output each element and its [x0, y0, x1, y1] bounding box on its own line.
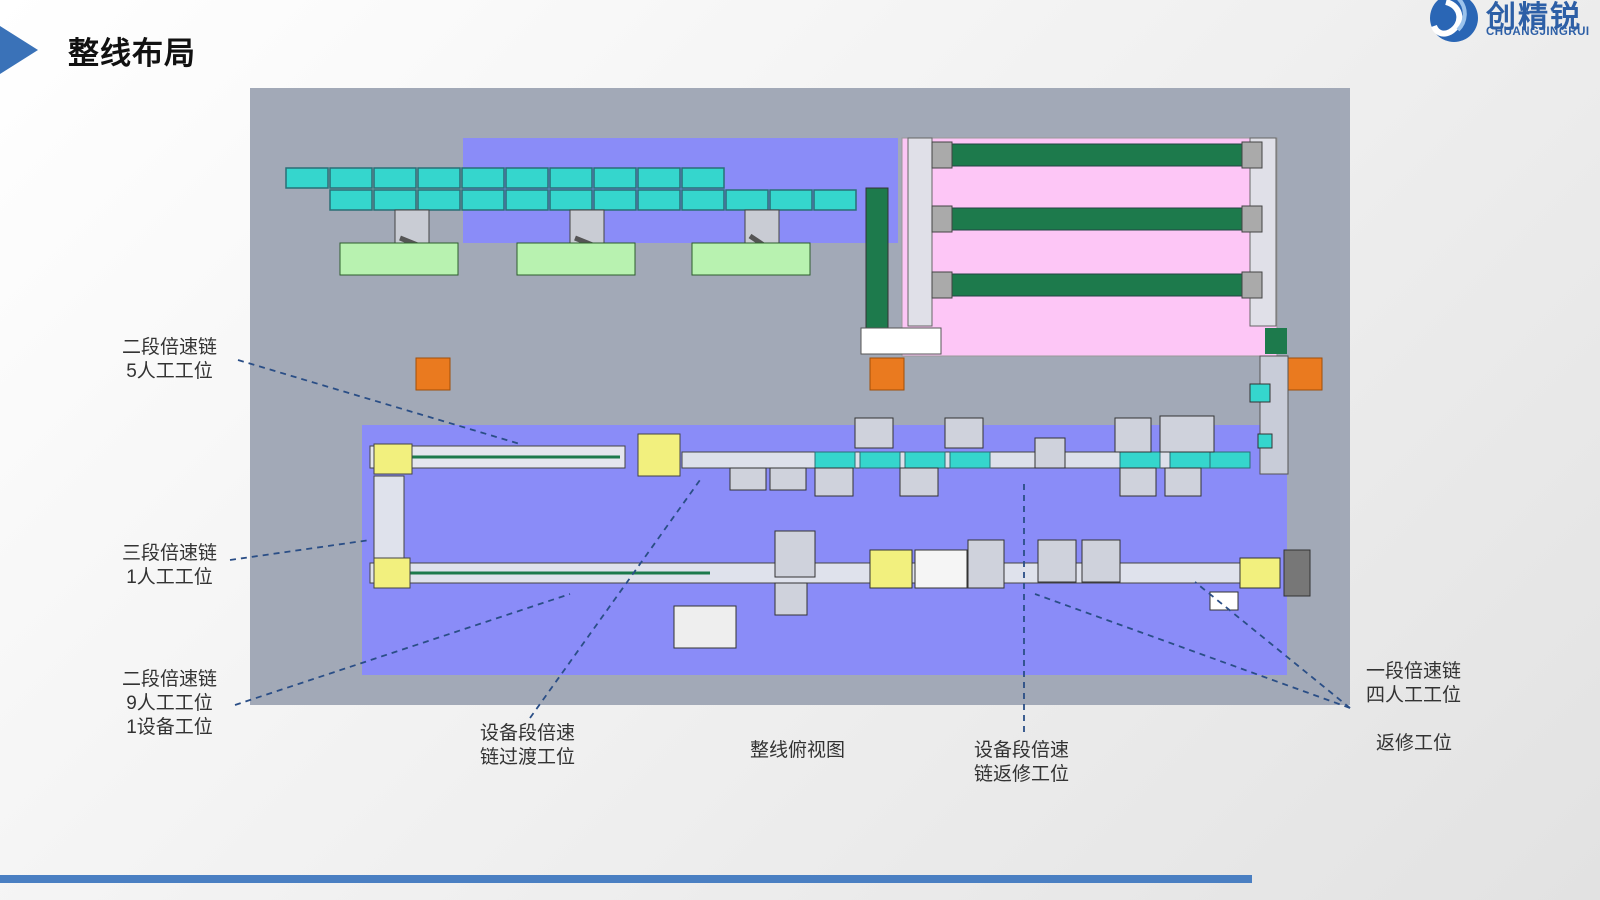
label-line: 设备段倍速 — [480, 723, 576, 744]
label-line: 1设备工位 — [126, 717, 213, 738]
pallet-yellow-2 — [637, 433, 681, 477]
line-layout-plan — [250, 88, 1350, 705]
right-lift-column — [1259, 355, 1289, 475]
left-rack — [907, 137, 933, 327]
label-line: 链返修工位 — [974, 764, 1070, 785]
label-line: 返修工位 — [1376, 733, 1453, 754]
label-line: 整线俯视图 — [750, 740, 846, 761]
label-line: 四人工工位 — [1366, 685, 1462, 706]
light-green-trays — [339, 242, 811, 276]
label-line: 链过渡工位 — [480, 747, 576, 768]
label-equip-transition: 设备段倍速 链过渡工位 — [480, 722, 575, 770]
company-logo: 创精锐 CHUANGJINGRUI — [1424, 0, 1600, 46]
slide-title: 整线布局 — [68, 36, 196, 71]
vertical-green-conveyor — [865, 187, 889, 329]
label-line: 1人工工位 — [126, 567, 213, 588]
pink-buffer-zone — [901, 137, 1278, 357]
label-equip-return: 设备段倍速 链返修工位 — [974, 739, 1069, 787]
label-line: 设备段倍速 — [974, 740, 1070, 761]
label-line: 二段倍速链 — [122, 669, 218, 690]
logo-name-en: CHUANGJINGRUI — [1486, 26, 1590, 38]
pallet-yellow-1 — [373, 443, 413, 475]
label-line: 二段倍速链 — [122, 337, 218, 358]
title-accent-triangle — [0, 26, 38, 74]
pallet-yellow-3 — [373, 557, 411, 589]
label-stage2-chain-5-manual: 二段倍速链 5人工工位 — [122, 336, 217, 384]
bottom-accent-bar — [0, 875, 1252, 883]
logo-mark-icon — [1430, 0, 1478, 42]
label-line: 5人工工位 — [126, 361, 213, 382]
label-line: 9人工工位 — [126, 693, 213, 714]
label-line: 一段倍速链 — [1366, 661, 1462, 682]
layout-drawing — [285, 137, 1323, 675]
label-overview: 整线俯视图 — [750, 739, 845, 763]
label-stage2-chain-9-manual: 二段倍速链 9人工工位 1设备工位 — [122, 668, 217, 740]
orange-markers — [415, 357, 1323, 391]
label-stage3-chain-1-manual: 三段倍速链 1人工工位 — [122, 542, 217, 590]
label-line: 三段倍速链 — [122, 543, 218, 564]
end-stop-unit — [1283, 549, 1311, 597]
white-platform — [860, 327, 942, 355]
right-green-block — [1265, 328, 1287, 354]
label-repair-station: 返修工位 — [1376, 732, 1452, 756]
label-stage1-chain-4-manual: 一段倍速链 四人工工位 — [1366, 660, 1461, 708]
